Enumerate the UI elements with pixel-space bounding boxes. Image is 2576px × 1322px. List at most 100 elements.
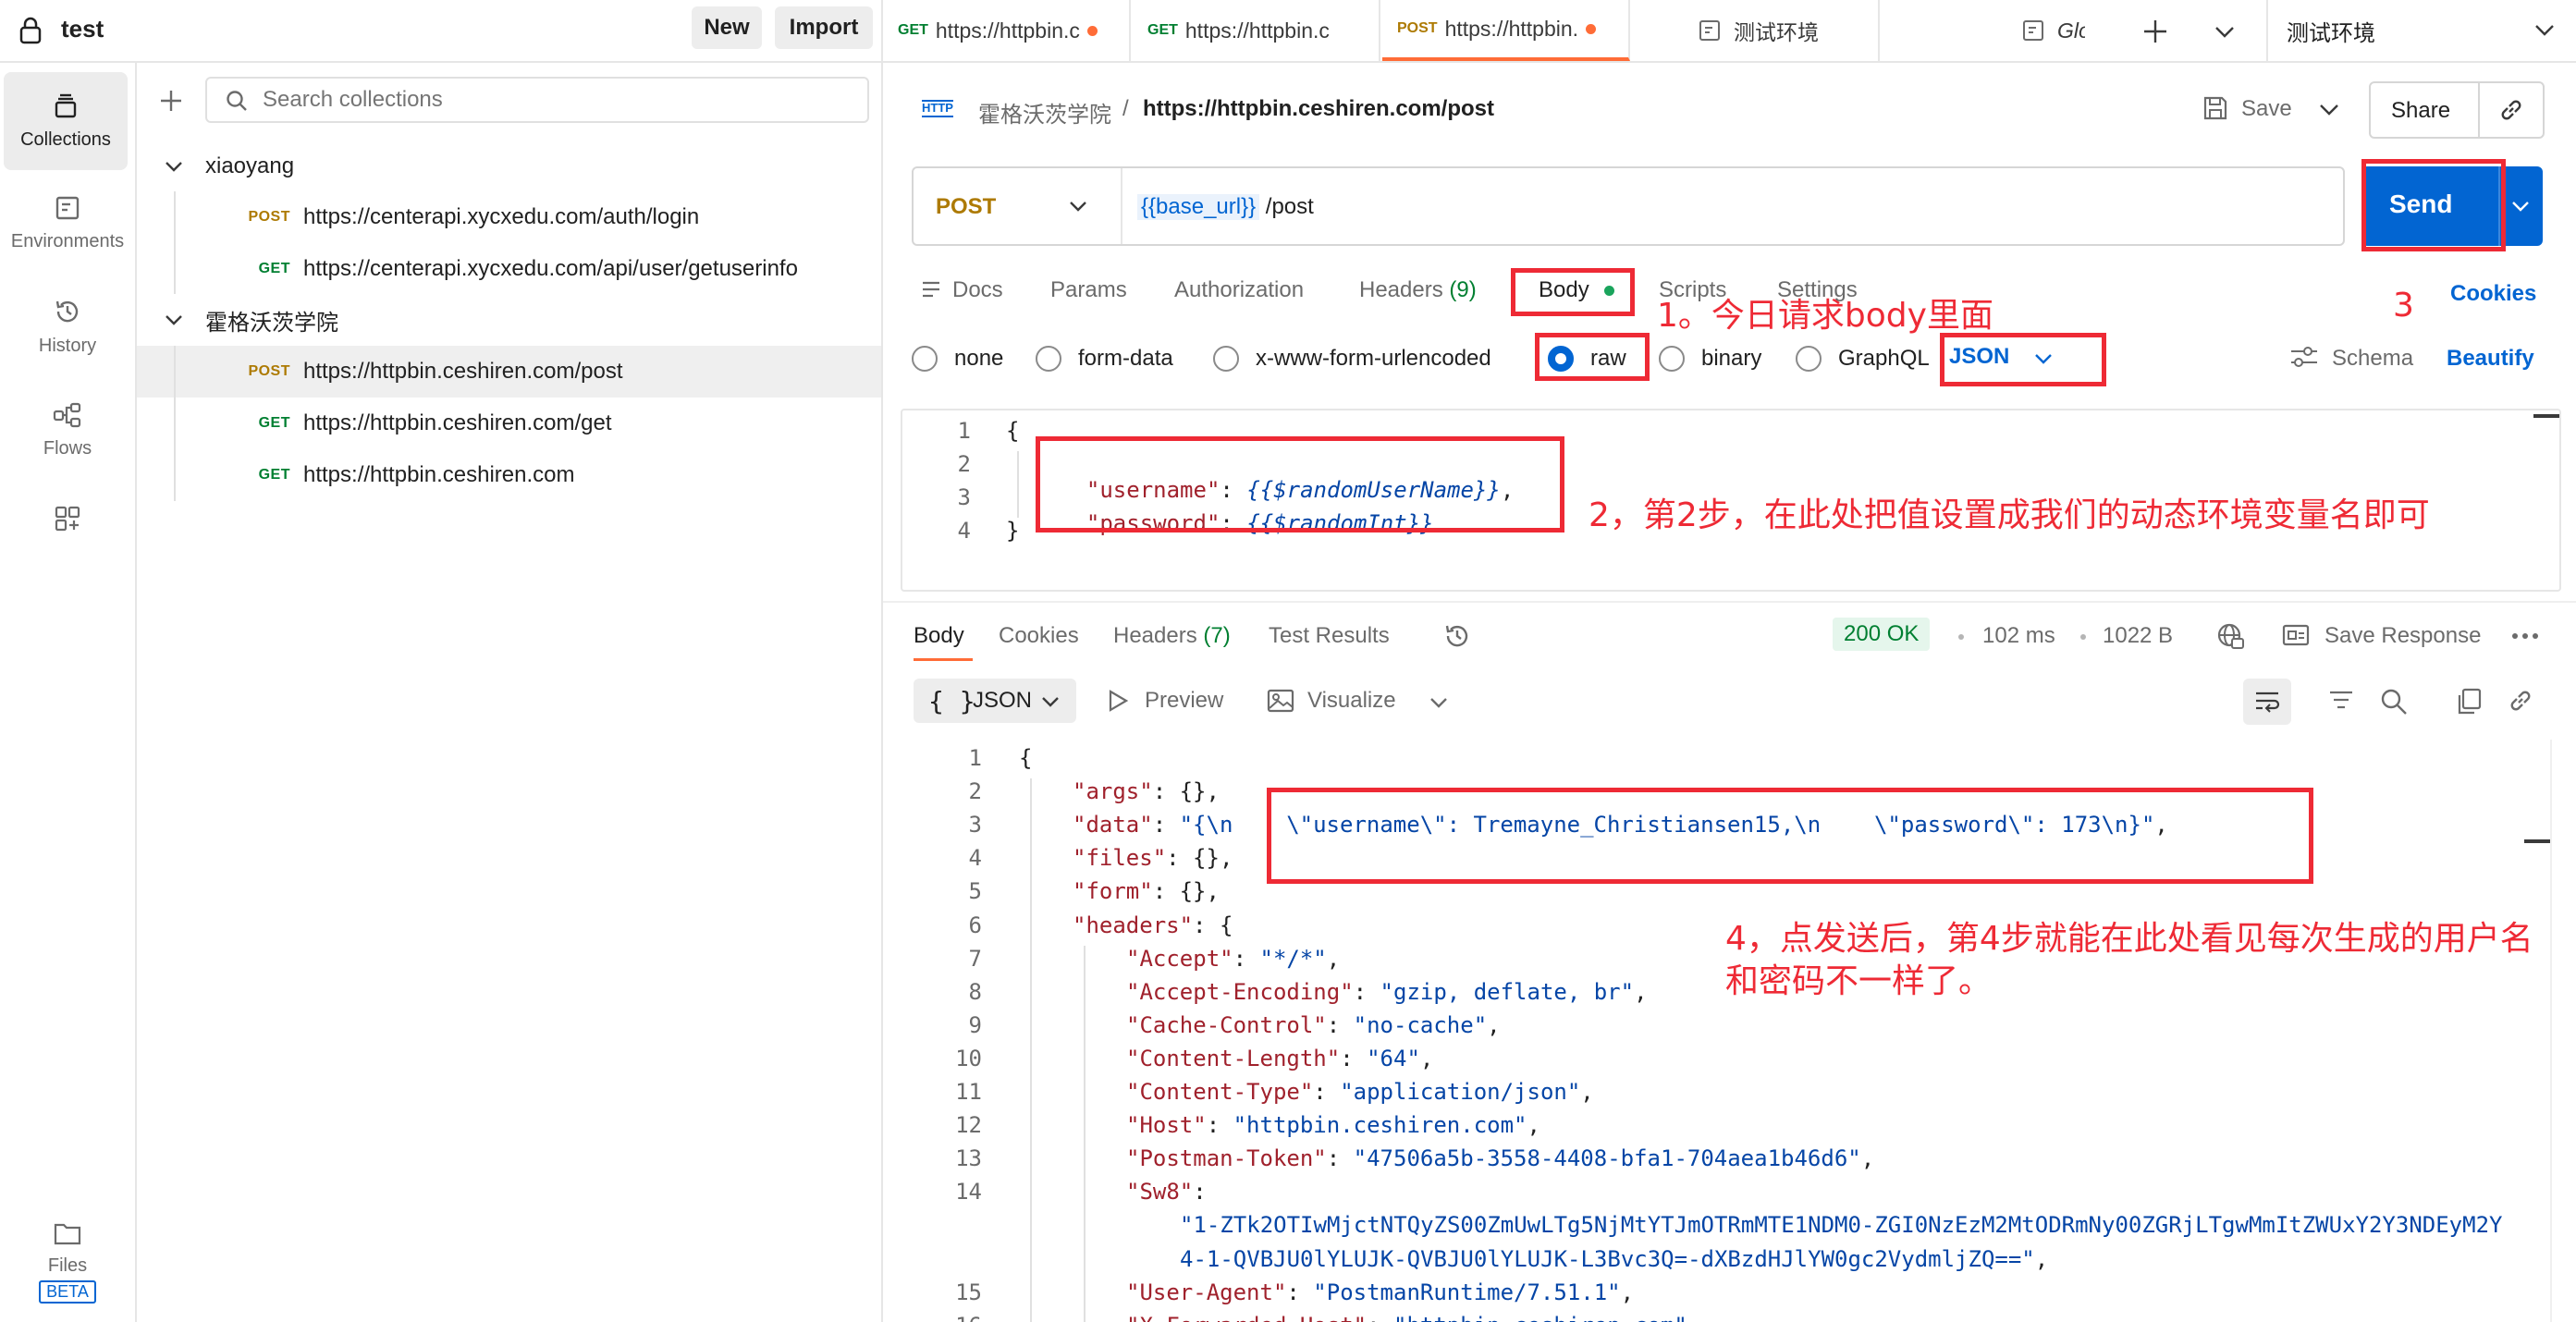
response-size[interactable]: 1022 B <box>2103 623 2173 649</box>
annotation-box-response-data <box>1267 788 2313 884</box>
tab-request[interactable]: GET https://httpbin.c <box>1133 0 1380 61</box>
environment-selector[interactable]: 测试环境 <box>2266 0 2576 61</box>
line-number: 4 <box>968 845 982 871</box>
save-icon[interactable] <box>2202 95 2228 121</box>
response-time[interactable]: 102 ms <box>1982 623 2055 649</box>
search-box[interactable] <box>205 77 869 123</box>
json-punct: : <box>1367 1313 1393 1322</box>
plus-icon[interactable] <box>159 89 183 113</box>
filter-icon[interactable] <box>2328 690 2354 712</box>
line-number: 12 <box>955 1112 982 1138</box>
unsaved-dot <box>1586 23 1597 34</box>
code-line: "Sw8": <box>1126 1179 1207 1205</box>
tab-globals[interactable]: Globals <box>1882 0 2085 61</box>
line-number: 16 <box>926 1313 982 1322</box>
save-button[interactable]: Save <box>2241 96 2292 122</box>
tab-docs[interactable]: Docs <box>952 277 1003 303</box>
tab-list-chevron-icon[interactable] <box>2214 26 2235 39</box>
rail-environments[interactable]: Environments <box>0 174 135 272</box>
tab-request-active[interactable]: POST https://httpbin. <box>1382 0 1630 61</box>
folder-xiaoyang[interactable]: xiaoyang <box>137 141 881 192</box>
response-tab-body[interactable]: Body <box>914 623 964 649</box>
copy-icon[interactable] <box>2456 688 2482 716</box>
tab-authorization[interactable]: Authorization <box>1174 277 1304 303</box>
link-icon[interactable] <box>2508 688 2533 714</box>
share-button[interactable]: Share <box>2391 98 2450 124</box>
rail-flows[interactable]: Flows <box>0 381 135 479</box>
response-body-underline <box>914 658 973 661</box>
radio-urlencoded[interactable] <box>1213 346 1239 372</box>
folder-hogwarts[interactable]: 霍格沃茨学院 <box>137 294 881 346</box>
new-button[interactable]: New <box>692 6 762 49</box>
tab-params[interactable]: Params <box>1050 277 1127 303</box>
response-scrollbar[interactable] <box>2524 839 2550 843</box>
import-button[interactable]: Import <box>775 6 873 49</box>
line-number: 8 <box>968 979 982 1005</box>
request-item[interactable]: POST https://httpbin.ceshiren.com/post <box>137 346 881 398</box>
preview-button[interactable]: Preview <box>1145 688 1223 714</box>
radio-binary-label: binary <box>1701 346 1762 371</box>
tab-label: https://httpbin.c <box>935 18 1080 43</box>
rail-collections[interactable]: Collections <box>4 72 128 170</box>
tab-headers-label: Headers <box>1359 277 1443 302</box>
response-format-select[interactable]: { } JSON <box>914 679 1076 723</box>
tab-request[interactable]: GET https://httpbin.c <box>883 0 1131 61</box>
request-title[interactable]: https://httpbin.ceshiren.com/post <box>1143 96 1494 122</box>
history-icon[interactable] <box>1442 621 1472 651</box>
response-tab-headers[interactable]: Headers (7) <box>1113 623 1231 649</box>
rail-files[interactable]: Files BETA <box>0 1207 135 1316</box>
workspace-name[interactable]: test <box>61 15 104 43</box>
request-item[interactable]: GET https://httpbin.ceshiren.com <box>137 449 881 501</box>
response-tab-cookies[interactable]: Cookies <box>999 623 1079 649</box>
request-item[interactable]: POST https://centerapi.xycxedu.com/auth/… <box>137 191 881 243</box>
radio-graphql[interactable] <box>1796 346 1822 372</box>
editor-scrollbar[interactable] <box>2533 414 2559 418</box>
url-input[interactable]: {{base_url}} /post <box>1137 190 1314 224</box>
environment-icon <box>1699 19 1721 42</box>
search-icon[interactable] <box>2380 688 2408 716</box>
line-number: 7 <box>968 946 982 972</box>
radio-none[interactable] <box>912 346 938 372</box>
rail-history[interactable]: History <box>0 277 135 375</box>
json-string: "PostmanRuntime/7.51.1" <box>1313 1279 1621 1305</box>
annotation-note-3: 3 <box>2393 287 2414 324</box>
send-options-chevron-icon[interactable] <box>2511 201 2530 212</box>
new-tab-plus-icon[interactable] <box>2142 18 2168 44</box>
status-badge[interactable]: 200 OK <box>1833 618 1931 651</box>
schema-button[interactable]: Schema <box>2332 346 2413 372</box>
line-number: 3 <box>957 484 971 510</box>
response-tab-tests[interactable]: Test Results <box>1269 623 1390 649</box>
request-item[interactable]: GET https://httpbin.ceshiren.com/get <box>137 398 881 449</box>
tab-environment[interactable]: 测试环境 <box>1632 0 1880 61</box>
breadcrumb-collection[interactable]: 霍格沃茨学院 <box>978 96 1111 129</box>
line-number: 2 <box>968 778 982 804</box>
line-number: 4 <box>957 518 971 544</box>
json-punct: , <box>1620 1279 1635 1305</box>
request-tabs: GET https://httpbin.c GET https://httpbi… <box>883 0 2576 63</box>
network-globe-icon[interactable] <box>2215 621 2245 651</box>
chevron-down-icon[interactable] <box>1429 697 1448 708</box>
wrap-lines-button[interactable] <box>2243 679 2291 725</box>
request-item[interactable]: GET https://centerapi.xycxedu.com/api/us… <box>137 243 881 295</box>
beautify-button[interactable]: Beautify <box>2447 346 2534 372</box>
tab-headers[interactable]: Headers (9) <box>1359 277 1477 303</box>
method-badge: GET <box>258 261 290 276</box>
radio-binary[interactable] <box>1659 346 1685 372</box>
cookies-link[interactable]: Cookies <box>2450 281 2536 307</box>
code-line: "args": {}, <box>1073 778 1220 804</box>
workspace-header: test New Import <box>0 0 883 63</box>
save-response-button[interactable]: Save Response <box>2325 623 2481 649</box>
visualize-button[interactable]: Visualize <box>1307 688 1396 714</box>
save-options-chevron-icon[interactable] <box>2319 104 2339 116</box>
search-input[interactable] <box>263 86 854 114</box>
copy-link-icon[interactable] <box>2498 97 2524 123</box>
method-select[interactable]: POST <box>914 168 1122 244</box>
rail-label: Flows <box>43 437 92 459</box>
json-punct: : <box>1313 1079 1341 1105</box>
tab-label: Globals <box>2057 18 2085 43</box>
radio-form-data[interactable] <box>1036 346 1061 372</box>
code-line: } <box>1006 518 1020 544</box>
json-punct: : <box>1206 1112 1233 1138</box>
rail-add-apps[interactable] <box>0 496 135 551</box>
more-options-icon[interactable] <box>2511 632 2539 640</box>
